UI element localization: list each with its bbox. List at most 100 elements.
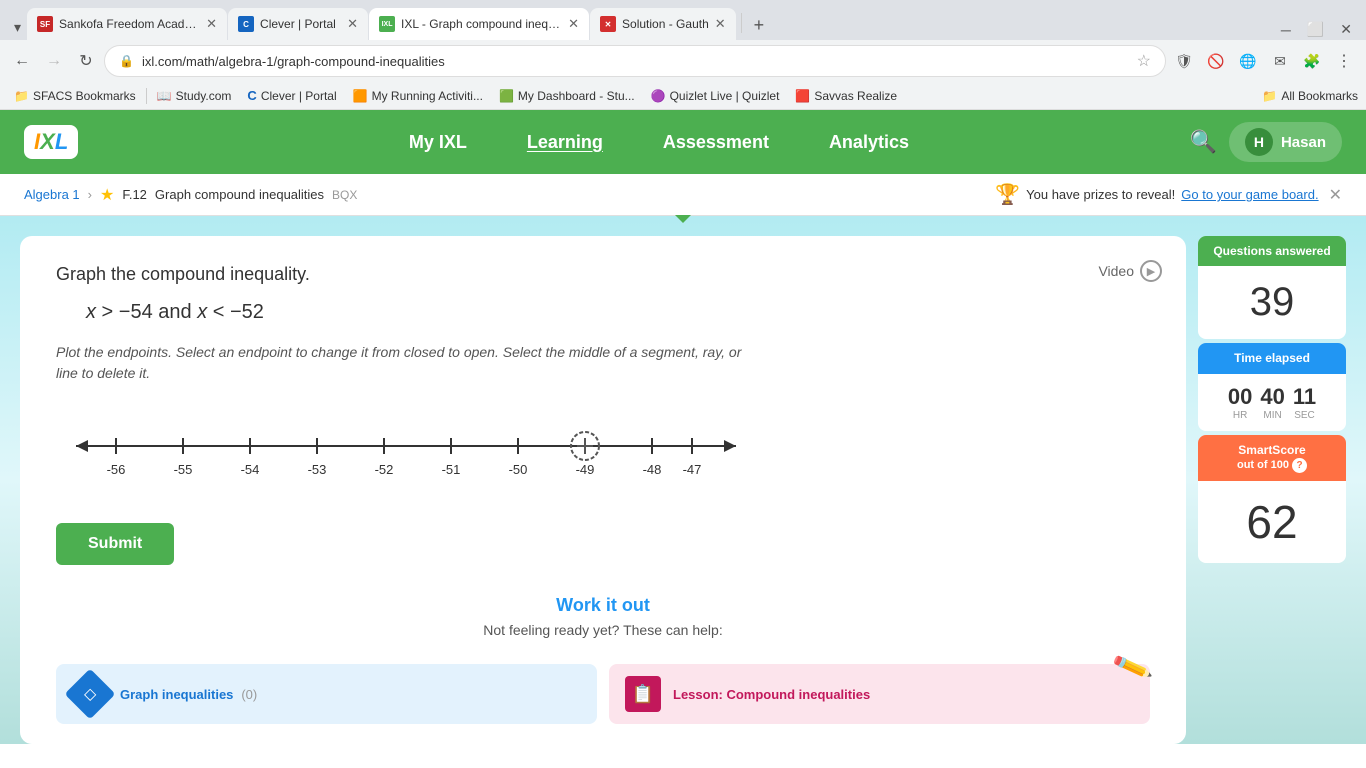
- video-circle-icon: ▶: [1140, 260, 1162, 282]
- smart-score-header: SmartScoreout of 100 ?: [1198, 435, 1346, 482]
- browser-extensions-button[interactable]: 🛡: [1170, 47, 1198, 75]
- quizlet-icon: 🟣: [651, 89, 666, 103]
- breadcrumb-subject[interactable]: Algebra 1: [24, 187, 80, 202]
- bookmark-sfacs-label: SFACS Bookmarks: [33, 89, 136, 103]
- search-button[interactable]: 🔍: [1190, 129, 1217, 155]
- resource-graph-label: Graph inequalities: [120, 687, 233, 702]
- user-name: Hasan: [1281, 134, 1326, 151]
- new-tab-button[interactable]: +: [746, 11, 773, 40]
- tab-gauth[interactable]: ✕ Solution - Gauth ✕: [590, 8, 736, 40]
- address-bar[interactable]: 🔒 ixl.com/math/algebra-1/graph-compound-…: [104, 45, 1166, 77]
- ixl-logo-l: L: [55, 129, 68, 155]
- adblock-button[interactable]: 🚫: [1202, 47, 1230, 75]
- forward-button[interactable]: →: [40, 47, 68, 75]
- user-menu-button[interactable]: H Hasan: [1229, 122, 1342, 162]
- number-line-container[interactable]: -56 -55 -54 -53 -52 -51 -50 -49 -48 -47: [56, 406, 1150, 499]
- maximize-button[interactable]: ⬜: [1301, 19, 1330, 40]
- tab-ixl[interactable]: IXL IXL - Graph compound inequal... ✕: [369, 8, 589, 40]
- breadcrumb-star[interactable]: ★: [100, 185, 114, 205]
- close-button[interactable]: ✕: [1334, 19, 1358, 40]
- minutes-value: 40: [1260, 384, 1284, 410]
- submit-button[interactable]: Submit: [56, 523, 174, 565]
- nav-my-ixl[interactable]: My IXL: [389, 132, 487, 153]
- smart-score-help-button[interactable]: ?: [1292, 458, 1307, 473]
- resource-graph-text: Graph inequalities (0): [120, 686, 257, 702]
- svg-text:-50: -50: [509, 462, 528, 477]
- tab-clever-title: Clever | Portal: [260, 17, 341, 31]
- tab-sankofa-favicon: SF: [37, 16, 53, 32]
- seconds-cell: 11 SEC: [1293, 384, 1316, 421]
- resource-card-graph[interactable]: ◇ Graph inequalities (0): [56, 664, 597, 724]
- svg-text:-48: -48: [643, 462, 662, 477]
- minimize-button[interactable]: ─: [1275, 20, 1297, 40]
- resource-graph-count: (0): [241, 687, 257, 702]
- browser-tabs-bar: ▾ SF Sankofa Freedom Academy C... ✕ C Cl…: [0, 0, 1366, 40]
- studycom-icon: 📖: [157, 89, 172, 103]
- bookmark-sep-1: [146, 88, 147, 104]
- bookmark-running[interactable]: 🟧 My Running Activiti...: [347, 87, 489, 105]
- bookmark-dashboard[interactable]: 🟩 My Dashboard - Stu...: [493, 87, 641, 105]
- prizes-banner: 🏆 You have prizes to reveal! Go to your …: [995, 182, 1342, 207]
- reload-button[interactable]: ↻: [72, 47, 100, 75]
- all-bookmarks-label: All Bookmarks: [1281, 89, 1358, 103]
- browser-menu-button[interactable]: ⋮: [1330, 47, 1358, 75]
- tab-separator: [741, 13, 742, 33]
- time-elapsed-header: Time elapsed: [1198, 343, 1346, 373]
- nav-analytics[interactable]: Analytics: [809, 132, 929, 153]
- prizes-link[interactable]: Go to your game board.: [1181, 187, 1318, 202]
- ixl-logo[interactable]: I X L: [24, 125, 78, 159]
- hr-label: HR: [1228, 410, 1252, 421]
- svg-text:-47: -47: [683, 462, 702, 477]
- svg-text:-53: -53: [308, 462, 327, 477]
- puzzle-icon-button[interactable]: 🧩: [1298, 47, 1326, 75]
- resource-cards: ◇ Graph inequalities (0) 📋 Lesson: Compo…: [56, 664, 1150, 724]
- plot-instructions: Plot the endpoints. Select an endpoint t…: [56, 342, 756, 384]
- video-label: Video: [1098, 263, 1134, 279]
- tab-clever[interactable]: C Clever | Portal ✕: [228, 8, 368, 40]
- breadcrumb-lesson-code: F.12: [122, 187, 147, 202]
- svg-text:-56: -56: [107, 462, 126, 477]
- tab-clever-close[interactable]: ✕: [347, 16, 358, 32]
- bookmarks-folder-icon: 📁: [1262, 89, 1277, 103]
- tab-gauth-close[interactable]: ✕: [715, 16, 726, 32]
- breadcrumb-lesson-name: Graph compound inequalities: [155, 187, 324, 202]
- smart-score-card: SmartScoreout of 100 ? 62: [1198, 435, 1346, 564]
- smart-score-value: 62: [1198, 481, 1346, 563]
- svg-text:-51: -51: [442, 462, 461, 477]
- number-line-svg[interactable]: -56 -55 -54 -53 -52 -51 -50 -49 -48 -47: [56, 416, 756, 486]
- back-button[interactable]: ←: [8, 47, 36, 75]
- svg-text:-49: -49: [576, 462, 595, 477]
- min-label: MIN: [1260, 410, 1284, 421]
- quizlet-label: Quizlet Live | Quizlet: [670, 89, 780, 103]
- all-bookmarks[interactable]: 📁 All Bookmarks: [1262, 89, 1358, 103]
- bookmark-star[interactable]: ☆: [1137, 51, 1151, 71]
- resource-card-lesson[interactable]: 📋 Lesson: Compound inequalities: [609, 664, 1150, 724]
- ixl-logo-x: X: [40, 129, 55, 155]
- minutes-cell: 40 MIN: [1260, 384, 1284, 421]
- browser-ext-btn[interactable]: 🌐: [1234, 47, 1262, 75]
- svg-text:-54: -54: [241, 462, 260, 477]
- ixl-header: I X L My IXL Learning Assessment Analyti…: [0, 110, 1366, 174]
- bookmark-studycom[interactable]: 📖 Study.com: [151, 87, 238, 105]
- bookmarks-bar: 📁 SFACS Bookmarks 📖 Study.com C Clever |…: [0, 82, 1366, 110]
- tab-list-button[interactable]: ▾: [8, 15, 27, 40]
- bookmark-savvas[interactable]: 🟥 Savvas Realize: [789, 87, 903, 105]
- bookmark-sfacs[interactable]: 📁 SFACS Bookmarks: [8, 87, 142, 105]
- prizes-message: You have prizes to reveal!: [1026, 187, 1175, 202]
- hours-cell: 00 HR: [1228, 384, 1252, 421]
- tab-gauth-favicon: ✕: [600, 16, 616, 32]
- nav-learning[interactable]: Learning: [507, 132, 623, 153]
- mail-icon-button[interactable]: ✉: [1266, 47, 1294, 75]
- video-button[interactable]: Video ▶: [1098, 260, 1162, 282]
- time-display: 00 HR 40 MIN 11 SEC: [1198, 374, 1346, 431]
- tab-sankofa-close[interactable]: ✕: [206, 16, 217, 32]
- bookmark-quizlet[interactable]: 🟣 Quizlet Live | Quizlet: [645, 87, 786, 105]
- browser-chrome: ▾ SF Sankofa Freedom Academy C... ✕ C Cl…: [0, 0, 1366, 110]
- nav-assessment[interactable]: Assessment: [643, 132, 789, 153]
- tab-sankofa[interactable]: SF Sankofa Freedom Academy C... ✕: [27, 8, 227, 40]
- bookmark-clever[interactable]: C Clever | Portal: [241, 86, 342, 105]
- prizes-close[interactable]: ✕: [1329, 185, 1342, 205]
- tab-ixl-close[interactable]: ✕: [568, 16, 579, 32]
- work-it-out-title[interactable]: Work it out: [56, 595, 1150, 616]
- svg-text:-55: -55: [174, 462, 193, 477]
